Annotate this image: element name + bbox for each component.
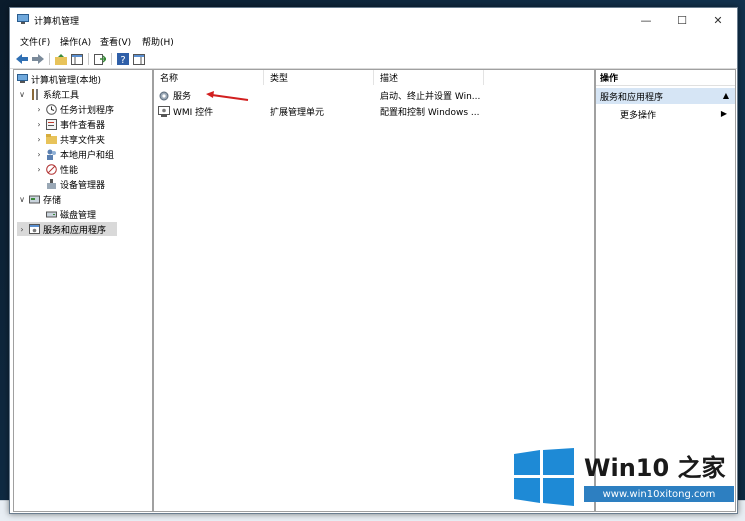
watermark: Win10 之家 www.win10xitong.com [506,434,745,520]
close-icon: ✕ [713,13,723,27]
tree-item-disk-management[interactable]: 磁盘管理 [44,207,96,221]
menu-help[interactable]: 帮助(H) [142,35,174,48]
folder-up-icon [55,53,67,65]
chevron-right-icon[interactable]: › [34,105,44,114]
more-actions-label: 更多操作 [620,110,657,121]
chevron-right-icon[interactable]: › [34,165,44,174]
users-icon [46,149,57,160]
tree-label: 存储 [43,195,62,206]
toolbar-separator [88,53,89,65]
forward-button[interactable] [31,52,45,66]
tree-label: 共享文件夹 [60,135,106,146]
up-level-button[interactable] [54,52,68,66]
list-item-type [270,88,374,103]
tree-label: 任务计划程序 [60,105,115,116]
window-title: 计算机管理 [34,17,80,27]
actions-header: 操作 [596,70,735,86]
menu-file[interactable]: 文件(F) [20,35,50,48]
show-hide-tree-button[interactable] [70,52,84,66]
tree-label: 磁盘管理 [60,210,97,221]
chevron-right-icon[interactable]: › [34,120,44,129]
help-icon: ? [117,53,129,65]
toolbar-separator [111,53,112,65]
show-hide-action-pane-button[interactable] [132,52,146,66]
title-bar[interactable]: 计算机管理 — ☐ ✕ [10,8,737,32]
red-arrow-annotation [206,91,249,101]
event-viewer-icon [46,118,57,130]
tree-item-services-apps[interactable]: › 服务和应用程序 [17,222,117,236]
tree-item-shared-folders[interactable]: › 共享文件夹 [34,132,105,146]
toolbar-separator [49,53,50,65]
list-item-wmi[interactable]: WMI 控件 扩展管理单元 配置和控制 Windows ... [154,104,594,119]
maximize-icon: ☐ [677,13,687,27]
chevron-right-icon[interactable]: › [17,225,27,234]
actions-section-label: 服务和应用程序 [600,92,664,103]
windows-logo-icon [514,448,574,506]
watermark-title: Win10 之家 [584,454,726,482]
gear-icon [158,90,170,102]
menu-action[interactable]: 操作(A) [60,35,91,48]
clock-icon [46,103,57,115]
tree-item-storage[interactable]: ∨ 存储 [17,192,61,206]
tree-label: 性能 [60,165,79,176]
tree-item-event-viewer[interactable]: › 事件查看器 [34,117,105,131]
forward-arrow-icon [32,54,44,64]
tree-item-root[interactable]: 计算机管理(本地) [15,72,101,86]
chevron-down-icon[interactable]: ∨ [17,195,27,204]
services-apps-icon [29,224,40,235]
collapse-up-icon[interactable]: ▲ [723,91,729,100]
disk-icon [46,209,57,220]
computer-management-icon [17,14,29,25]
tree-item-device-manager[interactable]: 设备管理器 [44,177,105,191]
actions-section-services-apps[interactable]: 服务和应用程序 ▲ [596,88,735,104]
tree-item-performance[interactable]: › 性能 [34,162,78,176]
tree-item-local-users[interactable]: › 本地用户和组 [34,147,114,161]
column-header-name[interactable]: 名称 [154,70,264,85]
tree-label: 系统工具 [43,90,80,101]
list-item-description: 启动、终止并设置 Win... [380,92,481,102]
column-header-type[interactable]: 类型 [264,70,374,85]
list-item-name: 服务 [173,92,192,102]
list-item-description: 配置和控制 Windows ... [380,108,480,118]
tree-label: 服务和应用程序 [43,225,107,236]
back-button[interactable] [15,52,29,66]
chevron-down-icon[interactable]: ∨ [17,90,27,99]
console-tree[interactable]: 计算机管理(本地) ∨ 系统工具 › 任务计划程序 › 事件查看器 › 共享文件… [13,69,153,512]
wmi-control-icon [158,106,170,118]
device-manager-icon [46,178,57,190]
action-pane-icon [133,53,145,65]
help-button[interactable]: ? [116,52,130,66]
watermark-url: www.win10xitong.com [584,486,734,502]
back-arrow-icon [16,54,28,64]
storage-icon [29,194,40,205]
close-button[interactable]: ✕ [700,8,736,32]
tools-icon [29,88,40,100]
maximize-button[interactable]: ☐ [664,8,700,32]
computer-icon [17,74,28,85]
svg-text:?: ? [120,55,125,65]
minimize-icon: — [640,13,652,27]
menu-view[interactable]: 查看(V) [100,35,131,48]
menu-bar: 文件(F) 操作(A) 查看(V) 帮助(H) [10,33,737,48]
shared-folder-icon [46,134,57,145]
toolbar: ? [10,50,737,69]
chevron-right-icon[interactable]: › [34,135,44,144]
minimize-button[interactable]: — [628,8,664,32]
tree-label: 事件查看器 [60,120,106,131]
tree-item-system-tools[interactable]: ∨ 系统工具 [17,87,79,101]
export-icon [94,53,106,65]
tree-label: 计算机管理(本地) [31,75,102,86]
submenu-arrow-icon: ▶ [720,109,727,118]
more-actions-item[interactable]: 更多操作 ▶ [596,106,735,122]
tree-item-task-scheduler[interactable]: › 任务计划程序 [34,102,114,116]
tree-label: 设备管理器 [60,180,106,191]
list-item-type: 扩展管理单元 [270,108,325,118]
list-item-name: WMI 控件 [173,108,214,118]
chevron-right-icon[interactable]: › [34,150,44,159]
column-header-description[interactable]: 描述 [374,70,484,85]
tree-label: 本地用户和组 [60,150,115,161]
export-list-button[interactable] [93,52,107,66]
performance-icon [46,163,57,175]
console-tree-icon [71,53,83,65]
